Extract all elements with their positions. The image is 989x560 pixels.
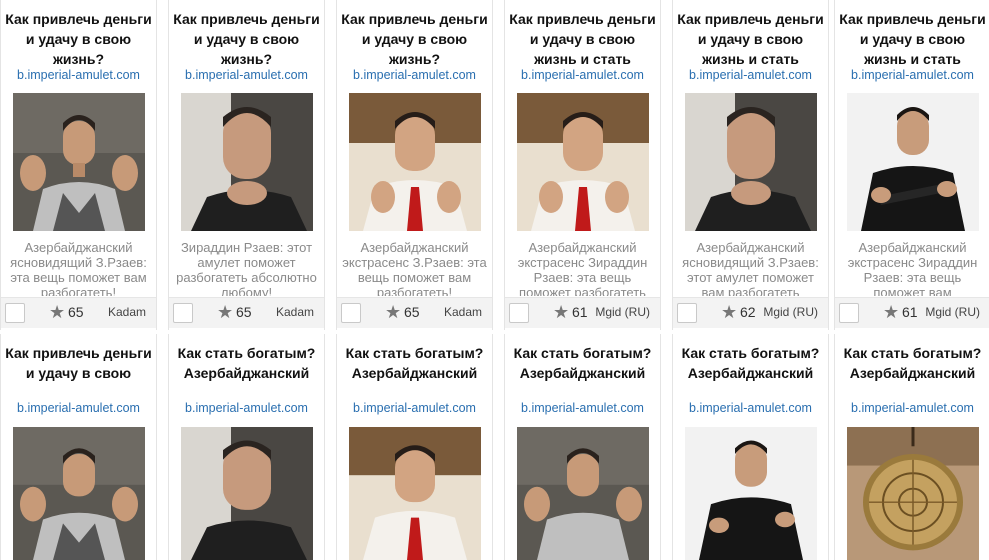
select-checkbox[interactable] — [341, 303, 361, 323]
ad-grid: Как привлечь деньги и удачу в свою жизнь… — [0, 0, 989, 560]
ad-photo-man-crossed-arms[interactable] — [685, 427, 817, 560]
select-checkbox[interactable] — [5, 303, 25, 323]
ad-card[interactable]: Как привлечь деньги и удачу в свою жизнь… — [834, 0, 989, 330]
ad-footer: ★ 65 Kadam — [169, 297, 324, 328]
ad-card[interactable]: Как привлечь деньги и удачу в свою жизнь… — [0, 334, 157, 560]
ad-score: 65 — [404, 304, 420, 320]
ad-description[interactable]: Азербайджанский ясновидящий З.Рзаев: это… — [677, 240, 824, 296]
ad-score: 65 — [68, 304, 84, 320]
ad-network: Kadam — [443, 305, 482, 319]
ad-photo-man-vest-gesture[interactable] — [517, 427, 649, 560]
ad-card[interactable]: Как привлечь деньги и удачу в свою жизнь… — [504, 0, 661, 330]
ad-footer: ★ 61 Mgid (RU) — [835, 297, 989, 328]
ad-description[interactable]: Зираддин Рзаев: этот амулет поможет разб… — [173, 240, 320, 296]
ad-domain-link[interactable]: b.imperial-amulet.com — [835, 68, 989, 82]
ad-card[interactable]: Как привлечь деньги и удачу в свою жизнь… — [336, 0, 493, 330]
ad-network: Mgid (RU) — [925, 305, 980, 319]
ad-title[interactable]: Как стать богатым? Азербайджанский экстр… — [169, 343, 324, 383]
ad-title[interactable]: Как привлечь деньги и удачу в свою жизнь… — [1, 9, 156, 71]
ad-photo-amulet-coin[interactable] — [847, 427, 979, 560]
ad-photo-man-crossed-arms[interactable] — [847, 93, 979, 231]
ad-title[interactable]: Как привлечь деньги и удачу в свою жизнь… — [673, 9, 828, 71]
ad-card[interactable]: Как привлечь деньги и удачу в свою жизнь… — [672, 0, 829, 330]
ad-card[interactable]: Как стать богатым? Азербайджанский экстр… — [672, 334, 829, 560]
ad-footer: ★ 65 Kadam — [337, 297, 492, 328]
select-checkbox[interactable] — [677, 303, 697, 323]
ad-title[interactable]: Как привлечь деньги и удачу в свою жизнь… — [1, 343, 156, 383]
ad-domain-link[interactable]: b.imperial-amulet.com — [673, 401, 828, 415]
star-icon: ★ — [883, 302, 900, 322]
star-icon: ★ — [721, 302, 738, 322]
ad-network: Kadam — [107, 305, 146, 319]
ad-title[interactable]: Как привлечь деньги и удачу в свою жизнь… — [169, 9, 324, 71]
ad-score: 61 — [572, 304, 588, 320]
ad-footer: ★ 65 Kadam — [1, 297, 156, 328]
ad-domain-link[interactable]: b.imperial-amulet.com — [835, 401, 989, 415]
ad-photo-man-vest-gesture[interactable] — [13, 427, 145, 560]
ad-title[interactable]: Как привлечь деньги и удачу в свою жизнь… — [337, 9, 492, 71]
ad-description[interactable]: Азербайджанский ясновидящий З.Рзаев: эта… — [5, 240, 152, 296]
ad-domain-link[interactable]: b.imperial-amulet.com — [1, 401, 156, 415]
select-checkbox[interactable] — [839, 303, 859, 323]
ad-domain-link[interactable]: b.imperial-amulet.com — [505, 68, 660, 82]
ad-network: Mgid (RU) — [595, 305, 650, 319]
ad-photo-man-vest-gesture[interactable] — [13, 93, 145, 231]
ad-card[interactable]: Как привлечь деньги и удачу в свою жизнь… — [0, 0, 157, 330]
ad-card[interactable]: Как привлечь деньги и удачу в свою жизнь… — [168, 0, 325, 330]
ad-domain-link[interactable]: b.imperial-amulet.com — [505, 401, 660, 415]
ad-card[interactable]: Как стать богатым? Азербайджанский экстр… — [834, 334, 989, 560]
ad-photo-man-chin-hand[interactable] — [685, 93, 817, 231]
ad-domain-link[interactable]: b.imperial-amulet.com — [1, 68, 156, 82]
ad-network: Kadam — [275, 305, 314, 319]
ad-title[interactable]: Как привлечь деньги и удачу в свою жизнь… — [505, 9, 660, 71]
star-icon: ★ — [217, 302, 234, 322]
ad-photo-man-chin-hand[interactable] — [181, 93, 313, 231]
ad-domain-link[interactable]: b.imperial-amulet.com — [673, 68, 828, 82]
ad-photo-man-chin-hand[interactable] — [181, 427, 313, 560]
ad-title[interactable]: Как привлечь деньги и удачу в свою жизнь… — [835, 9, 989, 71]
ad-title[interactable]: Как стать богатым? Азербайджанский экстр… — [835, 343, 989, 383]
ad-title[interactable]: Как стать богатым? Азербайджанский экстр… — [673, 343, 828, 383]
ad-domain-link[interactable]: b.imperial-amulet.com — [169, 68, 324, 82]
ad-domain-link[interactable]: b.imperial-amulet.com — [337, 68, 492, 82]
star-icon: ★ — [553, 302, 570, 322]
ad-card[interactable]: Как стать богатым? Азербайджанский экстр… — [168, 334, 325, 560]
ad-domain-link[interactable]: b.imperial-amulet.com — [337, 401, 492, 415]
ad-network: Mgid (RU) — [763, 305, 818, 319]
select-checkbox[interactable] — [509, 303, 529, 323]
ad-photo-man-red-tie[interactable] — [349, 93, 481, 231]
select-checkbox[interactable] — [173, 303, 193, 323]
ad-footer: ★ 61 Mgid (RU) — [505, 297, 660, 328]
ad-score: 61 — [902, 304, 918, 320]
ad-description[interactable]: Азербайджанский экстрасенс Зираддин Рзае… — [509, 240, 656, 296]
ad-photo-man-red-tie[interactable] — [517, 93, 649, 231]
ad-photo-man-red-tie[interactable] — [349, 427, 481, 560]
ad-title[interactable]: Как стать богатым? Азербайджанский экстр… — [337, 343, 492, 383]
ad-score: 65 — [236, 304, 252, 320]
ad-description[interactable]: Азербайджанский экстрасенс З.Рзаев: эта … — [341, 240, 488, 296]
ad-card[interactable]: Как стать богатым? Азербайджанский яснов… — [504, 334, 661, 560]
ad-domain-link[interactable]: b.imperial-amulet.com — [169, 401, 324, 415]
star-icon: ★ — [385, 302, 402, 322]
ad-description[interactable]: Азербайджанский экстрасенс Зираддин Рзае… — [839, 240, 986, 296]
ad-footer: ★ 62 Mgid (RU) — [673, 297, 828, 328]
ad-card[interactable]: Как стать богатым? Азербайджанский экстр… — [336, 334, 493, 560]
star-icon: ★ — [49, 302, 66, 322]
ad-title[interactable]: Как стать богатым? Азербайджанский яснов… — [505, 343, 660, 383]
ad-score: 62 — [740, 304, 756, 320]
